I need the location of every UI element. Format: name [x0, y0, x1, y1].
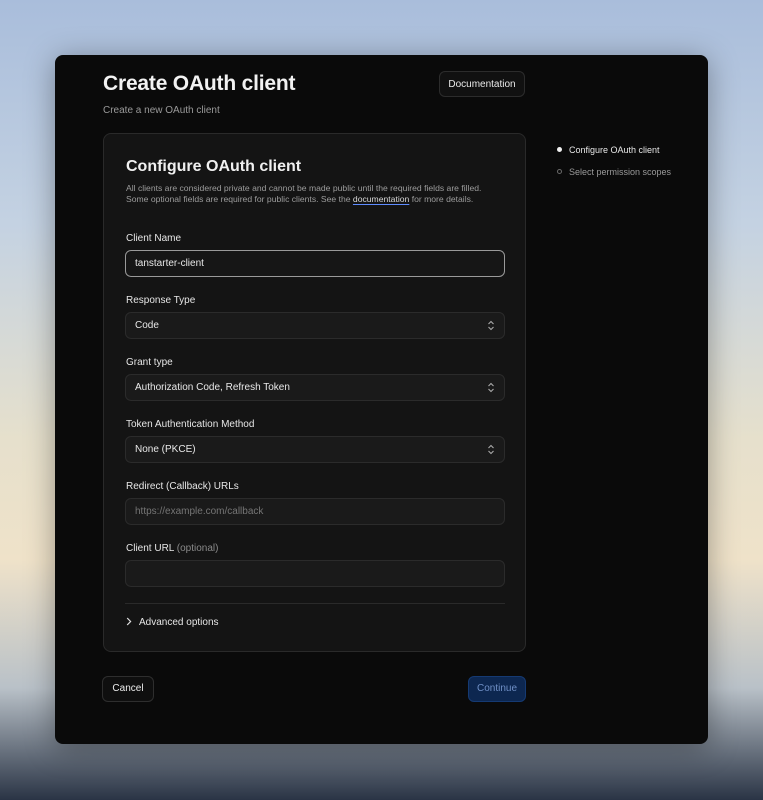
step-active-dot-icon [557, 147, 562, 152]
step-label: Select permission scopes [569, 167, 672, 177]
token-auth-label: Token Authentication Method [126, 419, 255, 430]
card-title: Configure OAuth client [126, 158, 302, 175]
cancel-button[interactable]: Cancel [102, 676, 154, 702]
chevron-right-icon [126, 617, 132, 626]
page-title: Create OAuth client [103, 72, 296, 95]
grant-type-select[interactable]: Authorization Code, Refresh Token [125, 374, 505, 401]
token-auth-value: None (PKCE) [135, 444, 196, 455]
redirect-urls-label: Redirect (Callback) URLs [126, 481, 239, 492]
client-name-label: Client Name [126, 233, 182, 244]
optional-tag: (optional) [176, 543, 219, 554]
step-configure: Configure OAuth client [557, 144, 671, 166]
continue-button[interactable]: Continue [468, 676, 526, 702]
client-url-input[interactable] [125, 560, 505, 587]
step-list: Configure OAuth client Select permission… [557, 144, 671, 188]
advanced-options-toggle[interactable]: Advanced options [126, 617, 219, 628]
response-type-select[interactable]: Code [125, 312, 505, 339]
chevron-up-down-icon [488, 382, 494, 393]
response-type-label: Response Type [126, 295, 196, 306]
advanced-options-label: Advanced options [139, 617, 219, 628]
step-scopes: Select permission scopes [557, 166, 671, 188]
configure-card: Configure OAuth client All clients are c… [103, 133, 526, 652]
card-description: All clients are considered private and c… [126, 183, 504, 204]
step-label: Configure OAuth client [569, 145, 660, 155]
token-auth-select[interactable]: None (PKCE) [125, 436, 505, 463]
description-text-end: for more details. [409, 193, 474, 204]
response-type-value: Code [135, 320, 159, 331]
client-url-label-text: Client URL [126, 543, 174, 554]
divider [125, 603, 505, 604]
grant-type-value: Authorization Code, Refresh Token [135, 382, 290, 393]
grant-type-label: Grant type [126, 357, 173, 368]
documentation-button[interactable]: Documentation [439, 71, 525, 97]
step-inactive-dot-icon [557, 169, 562, 174]
chevron-up-down-icon [488, 320, 494, 331]
dialog-window: Create OAuth client Create a new OAuth c… [55, 55, 708, 744]
page-subtitle: Create a new OAuth client [103, 105, 220, 116]
client-name-input[interactable] [125, 250, 505, 277]
redirect-urls-input[interactable] [125, 498, 505, 525]
client-url-label: Client URL (optional) [126, 543, 218, 554]
documentation-link[interactable]: documentation [353, 194, 409, 204]
chevron-up-down-icon [488, 444, 494, 455]
